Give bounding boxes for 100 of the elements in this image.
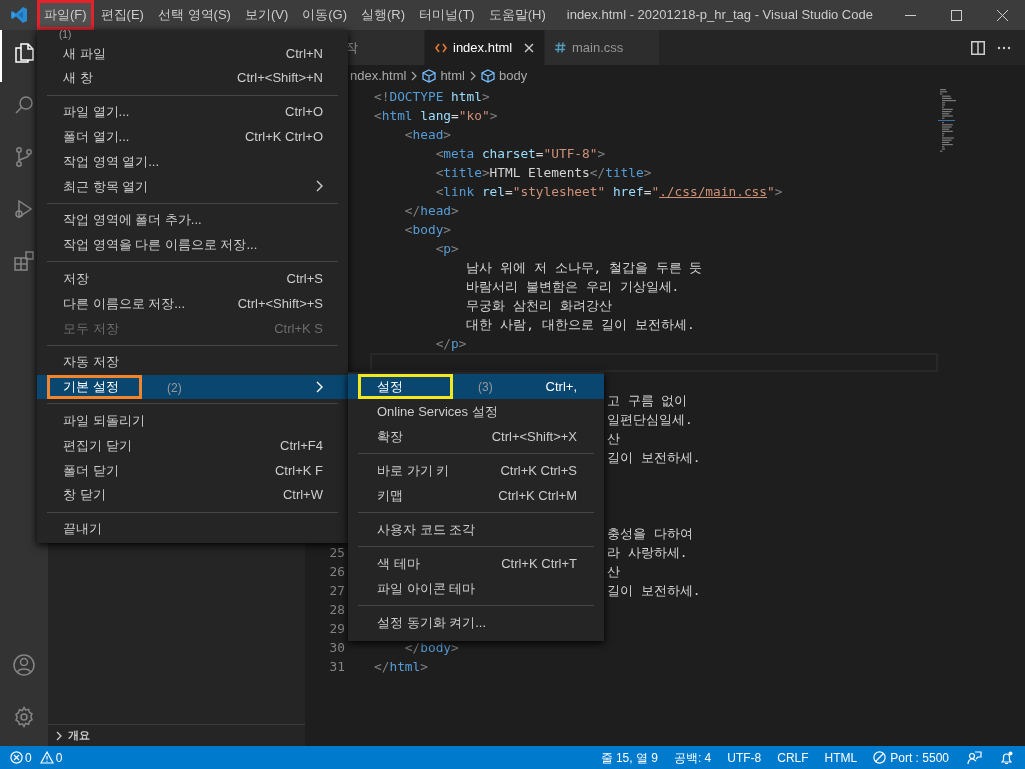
chevron-icon — [410, 71, 419, 81]
bell-icon — [1000, 750, 1013, 765]
maximize-icon — [950, 9, 962, 21]
code-line: <body> — [403, 221, 452, 239]
menu-item[interactable]: 기본 설정 (2) — [37, 374, 348, 400]
cube-icon — [422, 69, 437, 83]
line-number: 25 — [328, 544, 345, 562]
code-line: <title>HTML Elements</title> — [434, 164, 652, 182]
menu-item[interactable]: 저장 Ctrl+S — [37, 266, 348, 292]
line-number: 31 — [328, 658, 345, 676]
menu-item[interactable]: 확장 Ctrl+<Shift>+X — [348, 424, 604, 449]
code-line: 라 사랑하세. — [607, 544, 688, 562]
cube-icon — [480, 69, 495, 83]
menu-item[interactable]: 최근 항목 열기 — [37, 174, 348, 199]
line-number: 30 — [328, 639, 345, 657]
menu-item[interactable]: 파일 열기... Ctrl+O — [37, 99, 348, 125]
line-number: 26 — [328, 563, 345, 581]
split-editor-button[interactable] — [971, 40, 985, 55]
code-line: 산 — [607, 563, 620, 581]
menu-item[interactable]: 작업 영역 열기... — [37, 149, 348, 174]
annotation-label: (1) — [59, 30, 72, 40]
status-item[interactable]: Port : 5500 — [865, 748, 957, 767]
files-icon — [12, 41, 36, 65]
more-actions-button[interactable] — [997, 45, 1011, 50]
menu-item[interactable]: 폴더 닫기 Ctrl+K F — [37, 457, 348, 483]
chevron-icon — [54, 730, 64, 741]
menu-item[interactable]: 폴더 열기... Ctrl+K Ctrl+O — [37, 124, 348, 150]
menu-bar-item[interactable]: 파일(F) — [37, 0, 94, 30]
breadcrumb-item[interactable]: ndex.html — [350, 66, 407, 86]
status-item[interactable]: 줄 15, 열 9 — [592, 748, 666, 767]
menu-item[interactable]: 설정 (3) Ctrl+, — [348, 374, 604, 399]
split-icon — [971, 40, 985, 55]
menu-item[interactable]: 파일 아이콘 테마 — [348, 576, 604, 601]
menu-bar-item[interactable]: 이동(G) — [295, 0, 355, 30]
window-title: index.html - 20201218-p_hr_tag - Visual Studio Code — [565, 6, 874, 25]
menu-bar-item[interactable]: 터미널(T) — [412, 0, 482, 30]
code-line: </body> — [403, 639, 459, 657]
menu-item[interactable]: 사용자 코드 조각 — [348, 517, 604, 542]
status-item[interactable]: UTF-8 — [719, 748, 770, 767]
squares-icon — [12, 249, 36, 273]
hash-icon — [555, 42, 566, 53]
code-line: </html> — [374, 658, 428, 676]
status-count[interactable]: 0 — [55, 748, 63, 767]
breadcrumb-item[interactable]: body — [498, 66, 528, 86]
code-line: 길이 보전하세. — [607, 582, 701, 600]
line-number: 27 — [328, 582, 345, 600]
menu-bar-item[interactable]: 선택 영역(S) — [150, 0, 238, 30]
menu-item[interactable]: 끝내기 — [37, 516, 348, 542]
code-line: 남사 위에 저 소나무, 철갑을 두른 듯 — [465, 259, 703, 277]
menu-bar-item[interactable]: 실행(R) — [354, 0, 413, 30]
code-line: 무궁화 삼천리 화려강산 — [465, 297, 612, 315]
person-icon — [12, 653, 36, 677]
menu-item[interactable]: 자동 저장 — [37, 349, 348, 375]
menu-item[interactable]: 키맵 Ctrl+K Ctrl+M — [348, 483, 604, 508]
menu-item[interactable]: 편집기 닫기 Ctrl+F4 — [37, 433, 348, 458]
chevron-icon — [315, 380, 323, 393]
more-icon — [997, 45, 1011, 50]
menu-item[interactable]: Online Services 설정 — [348, 399, 604, 424]
close-tab-button[interactable] — [524, 42, 534, 53]
close-icon — [996, 9, 1008, 21]
line-number: 28 — [328, 601, 345, 619]
status-item[interactable]: HTML — [816, 748, 866, 767]
minimap-drawing — [938, 87, 956, 155]
menu-item[interactable]: 창 닫기 Ctrl+W — [37, 482, 348, 508]
code-line: 바람서리 불변함은 우리 기상일세. — [465, 278, 680, 296]
code-line: <!DOCTYPE html> — [374, 88, 490, 106]
code-line: </head> — [403, 202, 459, 220]
chevron-icon — [468, 71, 477, 81]
editor-tab[interactable]: index.html — [425, 30, 545, 65]
code-icon — [435, 42, 447, 53]
menu-item[interactable]: 색 테마 Ctrl+K Ctrl+T — [348, 551, 604, 576]
code-line: <link rel="stylesheet" href="./css/main.css"> — [434, 183, 783, 201]
menu-bar-item[interactable]: 도움말(H) — [481, 0, 553, 30]
menu-item[interactable]: 새 창 Ctrl+<Shift>+N — [37, 65, 348, 91]
status-item[interactable]: CRLF — [769, 748, 817, 767]
menu-item[interactable]: 파일 되돌리기 — [37, 408, 348, 434]
code-line: 고 구름 없이 — [607, 392, 688, 410]
editor-tab[interactable]: main.css — [545, 30, 660, 65]
menu-bar-item[interactable]: 편집(E) — [93, 0, 151, 30]
code-line: <meta charset="UTF-8"> — [434, 145, 606, 163]
status-count[interactable]: 0 — [25, 748, 32, 767]
error-icon — [10, 751, 23, 764]
menu-item[interactable]: 설정 동기화 켜기... — [348, 610, 604, 635]
menu-item[interactable]: 바로 가기 키 Ctrl+K Ctrl+S — [348, 458, 604, 483]
code-line: 충성을 다하여 — [607, 525, 693, 543]
status-item[interactable]: 공백: 4 — [665, 748, 720, 767]
menu-item[interactable]: 작업 영역에 폴더 추가... — [37, 207, 348, 233]
no-entry-icon — [873, 751, 887, 764]
chevron-icon — [315, 180, 323, 193]
code-line: 산 — [607, 430, 620, 448]
menu-bar-item[interactable]: 보기(V) — [237, 0, 296, 30]
breadcrumb-item[interactable]: html — [440, 66, 465, 86]
code-line: <html lang="ko"> — [374, 107, 498, 125]
code-line: <head> — [403, 126, 452, 144]
logo-icon — [9, 6, 28, 24]
feedback-icon — [967, 750, 982, 765]
menu-item[interactable]: 작업 영역을 다른 이름으로 저장... — [37, 232, 348, 258]
menu-item[interactable]: 다른 이름으로 저장... Ctrl+<Shift>+S — [37, 291, 348, 316]
warning-icon — [39, 751, 54, 764]
code-line: 길이 보전하세. — [607, 449, 701, 467]
